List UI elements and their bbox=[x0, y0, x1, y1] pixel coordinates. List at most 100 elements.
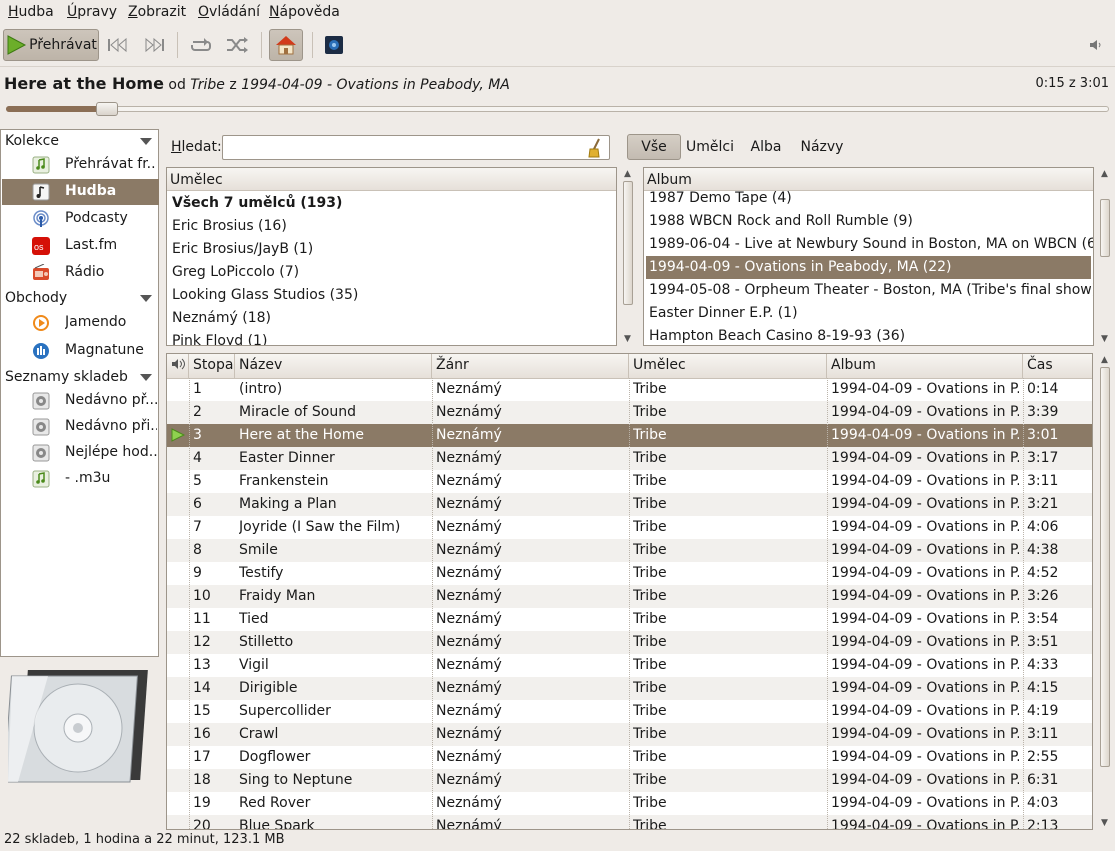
menu-zobrazit[interactable]: Zobrazit bbox=[128, 4, 186, 20]
track-artist-cell: Tribe bbox=[633, 726, 667, 742]
track-album-cell: 1994-04-09 - Ovations in P... bbox=[831, 381, 1019, 397]
track-genre-cell: Neznámý bbox=[436, 404, 502, 420]
sidebar-item-playlist[interactable]: Nedávno př... bbox=[2, 388, 159, 414]
sidebar-item-lastfm[interactable]: os Last.fm bbox=[2, 233, 159, 259]
sidebar-item-playlist[interactable]: Nejlépe hod... bbox=[2, 440, 159, 466]
menu-napoveda[interactable]: Nápověda bbox=[269, 4, 340, 20]
volume-button[interactable] bbox=[1086, 29, 1106, 61]
album-row-selected[interactable]: 1994-04-09 - Ovations in Peabody, MA (22… bbox=[646, 256, 1091, 279]
seek-bar[interactable] bbox=[6, 106, 1109, 112]
artist-row[interactable]: Looking Glass Studios (35) bbox=[169, 284, 614, 307]
artist-row[interactable]: Všech 7 umělců (193) bbox=[169, 192, 614, 215]
track-artist-cell: Tribe bbox=[633, 611, 667, 627]
track-duration-cell: 3:11 bbox=[1027, 726, 1059, 742]
artist-row[interactable]: Eric Brosius/JayB (1) bbox=[169, 238, 614, 261]
menubar: Hudba Úpravy Zobrazit Ovládání Nápověda bbox=[0, 0, 1115, 24]
filter-albums-button[interactable]: Alba bbox=[746, 134, 786, 160]
browse-button[interactable] bbox=[269, 29, 303, 61]
repeat-button[interactable] bbox=[187, 29, 215, 61]
scrollbar-thumb[interactable] bbox=[623, 181, 633, 305]
track-title-cell: Dogflower bbox=[239, 749, 311, 765]
shuffle-button[interactable] bbox=[223, 29, 251, 61]
sidebar-item-play-queue[interactable]: Přehrávat fr... bbox=[2, 152, 159, 178]
time-position: 0:15 z 3:01 bbox=[1035, 76, 1109, 91]
scrollbar-thumb[interactable] bbox=[1100, 367, 1110, 767]
track-number-cell: 4 bbox=[193, 450, 202, 466]
album-row[interactable]: Hampton Beach Casino 8-19-93 (36) bbox=[646, 325, 1091, 345]
track-artist-cell: Tribe bbox=[633, 772, 667, 788]
section-header-kolekce[interactable]: Kolekce bbox=[5, 133, 59, 149]
filter-all-button[interactable]: Vše bbox=[627, 134, 681, 160]
track-duration-cell: 2:13 bbox=[1027, 818, 1059, 830]
track-album-cell: 1994-04-09 - Ovations in P... bbox=[831, 473, 1019, 489]
expander-triangle-icon[interactable] bbox=[140, 295, 152, 302]
track-album-cell: 1994-04-09 - Ovations in P... bbox=[831, 496, 1019, 512]
sidebar-item-magnatune[interactable]: Magnatune bbox=[2, 338, 159, 364]
artist-scrollbar[interactable]: ▲ ▼ bbox=[621, 167, 635, 346]
menu-hudba[interactable]: Hudba bbox=[8, 4, 54, 20]
album-row[interactable]: 1994-05-08 - Orpheum Theater - Boston, M… bbox=[646, 279, 1093, 302]
sidebar-item-label: - .m3u bbox=[65, 470, 111, 486]
play-button[interactable]: Přehrávat bbox=[3, 29, 99, 61]
filter-artists-button[interactable]: Umělci bbox=[684, 134, 736, 160]
radio-icon bbox=[33, 264, 49, 280]
artist-list: Umělec Všech 7 umělců (193) Eric Brosius… bbox=[166, 167, 617, 346]
artist-row[interactable]: Neznámý (18) bbox=[169, 307, 614, 330]
sidebar-item-playlist[interactable]: Nedávno při... bbox=[2, 414, 159, 440]
scrollbar-thumb[interactable] bbox=[1100, 199, 1110, 257]
track-number-cell: 11 bbox=[193, 611, 211, 627]
column-header-nazev[interactable]: Název bbox=[235, 354, 432, 378]
playing-column-header[interactable] bbox=[167, 354, 189, 378]
track-number-cell: 9 bbox=[193, 565, 202, 581]
play-icon bbox=[7, 35, 27, 55]
seek-handle[interactable] bbox=[96, 102, 118, 116]
column-header-stopa[interactable]: Stopa bbox=[189, 354, 235, 378]
track-title-cell: Testify bbox=[239, 565, 284, 581]
sidebar-item-jamendo[interactable]: Jamendo bbox=[2, 310, 159, 336]
sidebar-item-podcasty[interactable]: Podcasty bbox=[2, 206, 159, 232]
column-divider bbox=[827, 378, 828, 829]
track-scrollbar[interactable]: ▲ ▼ bbox=[1098, 353, 1112, 830]
sidebar-item-radio[interactable]: Rádio bbox=[2, 260, 159, 286]
column-header-zanr[interactable]: Žánr bbox=[432, 354, 629, 378]
track-duration-cell: 4:06 bbox=[1027, 519, 1059, 535]
column-header-album[interactable]: Album bbox=[827, 354, 1023, 378]
track-artist-cell: Tribe bbox=[633, 565, 667, 581]
artist-row[interactable]: Greg LoPiccolo (7) bbox=[169, 261, 614, 284]
album-row[interactable]: 1989-06-04 - Live at Newbury Sound in Bo… bbox=[646, 233, 1093, 256]
column-header-cas[interactable]: Čas bbox=[1023, 354, 1092, 378]
artist-row[interactable]: Pink Floyd (1) bbox=[169, 330, 614, 345]
next-button[interactable] bbox=[141, 29, 167, 61]
track-title-cell: Easter Dinner bbox=[239, 450, 335, 466]
previous-button[interactable] bbox=[105, 29, 131, 61]
menu-ovladani[interactable]: Ovládání bbox=[198, 4, 260, 20]
artist-row[interactable]: Eric Brosius (16) bbox=[169, 215, 614, 238]
column-header-umelec[interactable]: Umělec bbox=[629, 354, 827, 378]
section-header-obchody[interactable]: Obchody bbox=[5, 290, 67, 306]
menu-upravy[interactable]: Úpravy bbox=[67, 4, 117, 20]
track-genre-cell: Neznámý bbox=[436, 749, 502, 765]
filter-titles-button[interactable]: Názvy bbox=[796, 134, 848, 160]
track-duration-cell: 6:31 bbox=[1027, 772, 1059, 788]
album-row[interactable]: Easter Dinner E.P. (1) bbox=[646, 302, 1091, 325]
track-number-cell: 7 bbox=[193, 519, 202, 535]
track-number-cell: 12 bbox=[193, 634, 211, 650]
sidebar-item-label: Hudba bbox=[65, 183, 117, 199]
section-header-seznamy-skladeb[interactable]: Seznamy skladeb bbox=[5, 369, 128, 385]
track-genre-cell: Neznámý bbox=[436, 381, 502, 397]
album-row[interactable]: 1987 Demo Tape (4) bbox=[646, 187, 1091, 210]
search-input[interactable] bbox=[222, 135, 610, 160]
album-row[interactable]: 1988 WBCN Rock and Roll Rumble (9) bbox=[646, 210, 1091, 233]
sidebar-item-hudba[interactable]: Hudba bbox=[2, 179, 159, 205]
visualizer-button[interactable] bbox=[321, 29, 347, 61]
expander-triangle-icon[interactable] bbox=[140, 138, 152, 145]
expander-triangle-icon[interactable] bbox=[140, 374, 152, 381]
artist-column-header[interactable]: Umělec bbox=[167, 168, 616, 191]
album-scrollbar[interactable]: ▲ ▼ bbox=[1098, 167, 1112, 346]
broom-icon[interactable] bbox=[587, 138, 603, 158]
sidebar-item-playlist[interactable]: - .m3u bbox=[2, 466, 159, 492]
track-artist-cell: Tribe bbox=[633, 680, 667, 696]
track-genre-cell: Neznámý bbox=[436, 542, 502, 558]
track-number-cell: 5 bbox=[193, 473, 202, 489]
status-bar: 22 skladeb, 1 hodina a 22 minut, 123.1 M… bbox=[4, 832, 285, 847]
